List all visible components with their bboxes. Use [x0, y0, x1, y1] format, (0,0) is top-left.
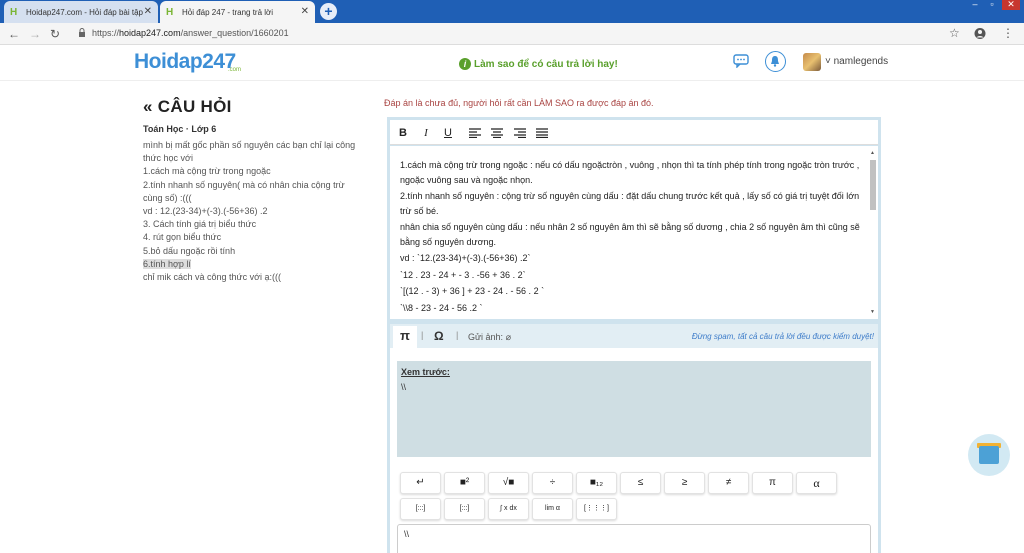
minimize-button[interactable]: –	[968, 0, 982, 10]
symbol-fraction-button[interactable]: ÷	[532, 472, 573, 494]
site-header: Hoidap247 .com i Làm sao để có câu trả l…	[0, 45, 1024, 81]
send-image-button[interactable]: Gửi ảnh: ⌀	[468, 332, 511, 343]
lock-icon	[79, 28, 85, 37]
math-input[interactable]: \\	[397, 524, 871, 553]
scroll-up-icon[interactable]: ▲	[870, 150, 875, 156]
browser-tab-1[interactable]: H Hoidap247.com - Hỏi đáp bài tập ✕	[4, 1, 158, 23]
underline-button[interactable]: U	[441, 127, 455, 139]
tab-title: Hoidap247.com - Hỏi đáp bài tập	[26, 7, 143, 17]
tip-link[interactable]: i Làm sao để có câu trả lời hay!	[459, 58, 618, 70]
answer-paragraph: vd : `12.(23-34)+(-3).(-56+36) .2`	[400, 253, 531, 263]
star-icon[interactable]: ☆	[949, 26, 960, 40]
forward-icon[interactable]: →	[29, 27, 41, 41]
question-line: 2.tính nhanh số nguyên( mà có nhân chia …	[143, 179, 348, 203]
answer-warning: Đáp án là chưa đủ, người hỏi rất cần LÀM…	[384, 98, 654, 108]
symbol-matrix-button[interactable]: [:::]	[400, 498, 441, 520]
answer-paragraph: 2.tính nhanh số nguyên : cộng trừ số ngu…	[400, 191, 860, 216]
question-body: mình bị mất gốc phần số nguyên các bạn c…	[143, 139, 358, 284]
answer-paragraph: `[(12 . - 3) + 36 ] + 23 - 24 . - 56 . 2…	[400, 286, 545, 296]
content-scrollbar[interactable]: ▲ ▼	[869, 150, 877, 315]
preview-box: Xem trước: \\	[397, 361, 871, 457]
align-left-icon[interactable]	[468, 128, 482, 138]
user-menu[interactable]: ˅ namlegends	[825, 56, 888, 67]
avatar[interactable]	[803, 53, 821, 71]
symbol-geq-button[interactable]: ≥	[664, 472, 705, 494]
question-line-highlighted: 6.tính hợp lí	[143, 258, 191, 269]
symbol-power-button[interactable]: ■²	[444, 472, 485, 494]
question-subject: Toán Học · Lớp 6	[143, 124, 217, 134]
username: namlegends	[833, 56, 889, 67]
preview-label: Xem trước:	[401, 367, 450, 377]
answer-content[interactable]: 1.cách mà cộng trừ trong ngoặc : nếu có …	[390, 146, 878, 319]
answer-paragraph: 1.cách mà cộng trừ trong ngoặc : nếu có …	[400, 160, 860, 185]
question-line: 3. Cách tính giá trị biểu thức	[143, 219, 257, 230]
address-bar: ← → ↻ https://hoidap247.com/answer_quest…	[0, 23, 1024, 45]
symbol-neq-button[interactable]: ≠	[708, 472, 749, 494]
symbol-array-button[interactable]: [⋮⋮⋮]	[576, 498, 617, 520]
symbol-alpha-button[interactable]: α	[796, 472, 837, 494]
editor-toolbar: B I U	[390, 120, 878, 145]
double-chevron-left-icon[interactable]: «	[143, 97, 153, 116]
answer-paragraph: `12 . 23 - 24 + - 3 . -56 + 36 . 2`	[400, 269, 526, 280]
symbol-limit-button[interactable]: lim α	[532, 498, 573, 520]
tab-math[interactable]: π	[393, 326, 417, 348]
hoidap-favicon-icon: H	[166, 6, 174, 18]
align-center-icon[interactable]	[490, 128, 504, 138]
spam-note: Đừng spam, tất cả câu trả lời đều được k…	[691, 332, 874, 341]
scrollbar-thumb[interactable]	[870, 160, 876, 210]
symbol-leq-button[interactable]: ≤	[620, 472, 661, 494]
question-line: 1.cách mà cộng trừ trong ngoặc	[143, 166, 271, 177]
align-right-icon[interactable]	[513, 128, 527, 138]
page-title: « CÂU HỎI	[143, 97, 232, 116]
bold-button[interactable]: B	[396, 127, 410, 139]
answer-editor: B I U 1.cách mà cộng trừ trong ngoặc : n…	[387, 117, 881, 553]
bell-icon[interactable]	[765, 51, 786, 72]
symbol-sqrt-button[interactable]: √■	[488, 472, 529, 494]
gift-icon[interactable]	[968, 434, 1010, 476]
question-line: mình bị mất gốc phần số nguyên các bạn c…	[143, 140, 358, 164]
tab-special-chars[interactable]: Ω	[434, 329, 444, 343]
symbol-newline-button[interactable]: ↵	[400, 472, 441, 494]
new-tab-button[interactable]: +	[320, 3, 337, 20]
url-field[interactable]: https://hoidap247.com/answer_question/16…	[92, 28, 289, 38]
chevron-down-icon: ˅	[825, 56, 831, 67]
site-logo[interactable]: Hoidap247	[134, 50, 236, 74]
paperclip-icon: ⌀	[505, 332, 511, 342]
separator: |	[421, 330, 424, 340]
window-close-button[interactable]: ✕	[1002, 0, 1020, 10]
justify-icon[interactable]	[535, 128, 549, 138]
symbol-integral-button[interactable]: ∫ x dx	[488, 498, 529, 520]
reload-icon[interactable]: ↻	[50, 27, 60, 41]
chat-icon[interactable]	[733, 54, 749, 68]
symbol-pi-button[interactable]: π	[752, 472, 793, 494]
math-bar: π | Ω | Gửi ảnh: ⌀ Đừng spam, tất cả câu…	[390, 324, 878, 348]
close-icon[interactable]: ✕	[301, 6, 309, 17]
symbol-subscript-button[interactable]: ■₁₂	[576, 472, 617, 494]
symbol-cases-button[interactable]: [:::]	[444, 498, 485, 520]
preview-panel: Xem trước: \\ ↵ ■² √■ ÷ ■₁₂ ≤ ≥ ≠ π α [:…	[390, 348, 878, 553]
question-line: 5.bỏ dấu ngoặc rồi tính	[143, 245, 236, 256]
answer-paragraph: `\\8 - 23 - 24 - 56 .2 `	[400, 302, 483, 313]
italic-button[interactable]: I	[419, 127, 433, 139]
tab-title: Hỏi đáp 247 - trang trả lời	[182, 7, 274, 17]
browser-tab-bar: H Hoidap247.com - Hỏi đáp bài tập ✕ H Hỏ…	[0, 0, 1024, 23]
question-line: chỉ mik cách và công thức với ạ:(((	[143, 272, 281, 283]
site-logo-suffix: .com	[228, 67, 242, 73]
account-icon[interactable]	[974, 27, 986, 40]
hoidap-favicon-icon: H	[10, 6, 18, 18]
scroll-down-icon[interactable]: ▼	[870, 309, 875, 315]
close-icon[interactable]: ✕	[144, 6, 152, 17]
tip-text: Làm sao để có câu trả lời hay!	[474, 58, 618, 70]
menu-icon[interactable]: ⋮	[1002, 26, 1014, 40]
answer-paragraph: nhân chia số nguyên cùng dấu : nếu nhân …	[400, 222, 860, 247]
browser-tab-2[interactable]: H Hỏi đáp 247 - trang trả lời ✕	[160, 1, 315, 23]
maximize-button[interactable]: ▫	[985, 0, 999, 10]
question-line: vd : 12.(23-34)+(-3).(-56+36) .2	[143, 206, 268, 217]
preview-value: \\	[401, 382, 407, 392]
question-line: 4. rút gọn biểu thức	[143, 232, 222, 243]
info-icon: i	[459, 58, 471, 70]
separator: |	[456, 330, 459, 340]
back-icon[interactable]: ←	[8, 27, 20, 41]
